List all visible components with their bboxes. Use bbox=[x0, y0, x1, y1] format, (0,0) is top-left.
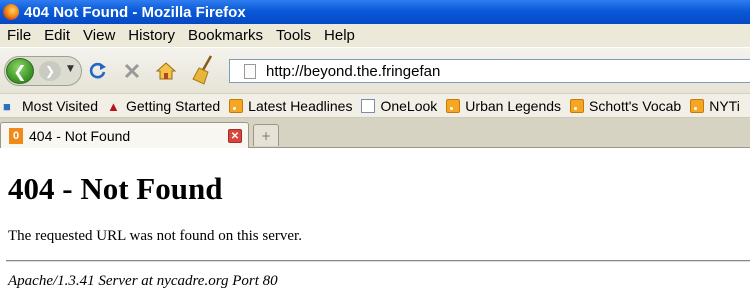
bookmark-most-visited[interactable]: ■ Most Visited bbox=[3, 98, 98, 114]
window-title: 404 Not Found - Mozilla Firefox bbox=[24, 3, 246, 21]
bookmark-getting-started[interactable]: ▲ Getting Started bbox=[107, 98, 220, 114]
forward-button[interactable]: ❯ bbox=[39, 61, 61, 81]
page-icon bbox=[361, 98, 376, 113]
bookmark-label: Getting Started bbox=[126, 97, 221, 114]
stop-icon bbox=[124, 63, 140, 79]
title-bar: 404 Not Found - Mozilla Firefox bbox=[0, 0, 750, 24]
back-icon: ❮ bbox=[13, 61, 27, 81]
reload-button[interactable] bbox=[86, 59, 110, 83]
bookmark-label: Schott's Vocab bbox=[589, 97, 682, 114]
bookmark-label: Most Visited bbox=[22, 97, 98, 114]
menu-bookmarks[interactable]: Bookmarks bbox=[188, 27, 263, 44]
page-content: 404 - Not Found The requested URL was no… bbox=[0, 149, 750, 300]
tab-close-icon[interactable]: ✕ bbox=[228, 129, 242, 143]
home-button[interactable] bbox=[154, 59, 178, 83]
menu-view[interactable]: View bbox=[83, 27, 115, 44]
bookmark-label: Urban Legends bbox=[465, 97, 562, 114]
back-forward-group: ❮ ❯ ▼ bbox=[4, 56, 82, 86]
menu-edit[interactable]: Edit bbox=[44, 27, 70, 44]
menu-file[interactable]: File bbox=[7, 27, 31, 44]
bookmark-urban-legends[interactable]: Urban Legends bbox=[446, 98, 561, 114]
bookmark-label: Latest Headlines bbox=[248, 97, 353, 114]
url-prefix: http:// bbox=[266, 62, 304, 80]
back-button[interactable]: ❮ bbox=[6, 58, 34, 84]
tab-label: 404 - Not Found bbox=[29, 127, 131, 144]
clear-history-broom-icon bbox=[192, 55, 213, 85]
tab-favicon-icon: 0 bbox=[9, 127, 23, 144]
plus-icon: + bbox=[260, 128, 272, 143]
menu-history[interactable]: History bbox=[128, 27, 175, 44]
location-bar[interactable]: http:// beyond.the.fringefan bbox=[229, 59, 750, 83]
bookmark-nyti[interactable]: NYTi bbox=[690, 98, 740, 114]
menu-help[interactable]: Help bbox=[324, 27, 355, 44]
bookmark-schotts-vocab[interactable]: Schott's Vocab bbox=[570, 98, 681, 114]
rss-icon bbox=[446, 98, 461, 113]
bookmark-latest-headlines[interactable]: Latest Headlines bbox=[229, 98, 352, 114]
divider bbox=[6, 260, 750, 262]
stop-button[interactable] bbox=[120, 59, 144, 83]
page-heading: 404 - Not Found bbox=[8, 171, 223, 206]
menu-tools[interactable]: Tools bbox=[276, 27, 311, 44]
bookmarks-toolbar: ■ Most Visited ▲ Getting Started Latest … bbox=[0, 93, 750, 118]
navigation-toolbar: ❮ ❯ ▼ http:// beyond.the.fringefan bbox=[0, 47, 750, 93]
url-host: beyond.the.fringefan bbox=[303, 62, 441, 80]
forward-icon: ❯ bbox=[44, 64, 56, 78]
redhat-icon: ▲ bbox=[107, 98, 120, 114]
site-identity-page-icon[interactable] bbox=[244, 63, 256, 79]
home-icon bbox=[156, 62, 176, 80]
rss-icon bbox=[570, 98, 585, 113]
rss-icon bbox=[690, 98, 705, 113]
bookmark-label: NYTi bbox=[709, 97, 740, 114]
tab-strip: 0 404 - Not Found ✕ + bbox=[0, 118, 750, 148]
server-signature: Apache/1.3.41 Server at nycadre.org Port… bbox=[8, 273, 278, 289]
rss-icon bbox=[229, 98, 244, 113]
reload-icon bbox=[89, 62, 106, 79]
star-icon: ■ bbox=[3, 98, 11, 114]
history-dropdown-icon[interactable]: ▼ bbox=[67, 64, 74, 74]
firefox-logo-icon bbox=[3, 4, 19, 20]
tab-404-not-found[interactable]: 0 404 - Not Found ✕ bbox=[0, 122, 249, 148]
error-message: The requested URL was not found on this … bbox=[8, 228, 302, 244]
bookmark-label: OneLook bbox=[380, 97, 438, 114]
clear-history-button[interactable] bbox=[190, 54, 218, 86]
bookmark-onelook[interactable]: OneLook bbox=[361, 98, 437, 114]
new-tab-button[interactable]: + bbox=[253, 124, 279, 146]
menu-bar: File Edit View History Bookmarks Tools H… bbox=[0, 24, 750, 47]
